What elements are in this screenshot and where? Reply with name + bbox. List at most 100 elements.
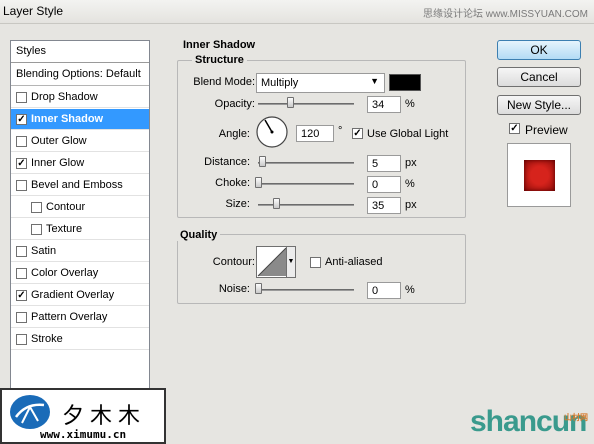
inner-shadow-title: Inner Shadow bbox=[183, 39, 256, 51]
angle-label: Angle: bbox=[218, 128, 250, 140]
style-item-label: Pattern Overlay bbox=[31, 311, 108, 323]
size-input[interactable]: 35 bbox=[367, 197, 401, 214]
preview-checkbox[interactable]: ✓ bbox=[509, 123, 520, 134]
styles-list: Styles Blending Options: Default Drop Sh… bbox=[10, 40, 150, 444]
title-bar: Layer Style 思缘设计论坛 www.MISSYUAN.COM bbox=[0, 0, 594, 24]
chevron-down-icon: ▼ bbox=[370, 76, 379, 86]
distance-label: Distance: bbox=[204, 156, 250, 168]
opacity-slider[interactable] bbox=[258, 103, 354, 105]
watermark-logo-text: 夕木木 bbox=[62, 404, 147, 429]
style-item-label: Bevel and Emboss bbox=[31, 179, 123, 191]
styles-header[interactable]: Styles bbox=[11, 41, 149, 63]
use-global-light-label: Use Global Light bbox=[367, 128, 449, 140]
style-item-label: Drop Shadow bbox=[31, 91, 98, 103]
blend-mode-select[interactable]: Multiply ▼ bbox=[256, 73, 385, 93]
style-checkbox[interactable] bbox=[16, 180, 27, 191]
angle-unit: ° bbox=[338, 125, 343, 137]
angle-input[interactable]: 120 bbox=[296, 125, 334, 142]
style-item-label: Satin bbox=[31, 245, 57, 257]
ok-button[interactable]: OK bbox=[497, 40, 581, 60]
noise-slider[interactable] bbox=[258, 289, 354, 291]
style-item-pattern-overlay[interactable]: Pattern Overlay bbox=[11, 307, 149, 328]
structure-title: Structure bbox=[192, 54, 247, 66]
watermark-top: 思缘设计论坛 www.MISSYUAN.COM bbox=[422, 9, 588, 20]
contour-preview-icon bbox=[257, 247, 287, 277]
style-item-label: Color Overlay bbox=[31, 267, 99, 279]
opacity-label: Opacity: bbox=[214, 98, 255, 110]
style-item-stroke[interactable]: Stroke bbox=[11, 329, 149, 350]
quality-title: Quality bbox=[177, 229, 221, 241]
choke-input[interactable]: 0 bbox=[367, 176, 401, 193]
watermark-logo-url: www.ximumu.cn bbox=[40, 428, 127, 441]
size-thumb[interactable] bbox=[273, 198, 280, 209]
style-checkbox[interactable] bbox=[16, 246, 27, 257]
size-unit: px bbox=[405, 199, 417, 211]
style-item-gradient-overlay[interactable]: ✓ Gradient Overlay bbox=[11, 285, 149, 306]
noise-label: Noise: bbox=[218, 283, 250, 295]
inner-shadow-panel: Inner Shadow Structure Blend Mode: Multi… bbox=[165, 39, 478, 444]
style-item-texture[interactable]: Texture bbox=[11, 219, 149, 240]
choke-unit: % bbox=[405, 178, 415, 190]
style-item-label: Stroke bbox=[31, 333, 63, 345]
watermark-logo-box: 夕木木 www.ximumu.cn bbox=[0, 388, 166, 444]
noise-unit: % bbox=[405, 284, 415, 296]
style-item-contour[interactable]: Contour bbox=[11, 197, 149, 218]
style-item-color-overlay[interactable]: Color Overlay bbox=[11, 263, 149, 284]
distance-thumb[interactable] bbox=[259, 156, 266, 167]
anti-aliased-label: Anti-aliased bbox=[325, 256, 383, 268]
opacity-thumb[interactable] bbox=[287, 97, 294, 108]
new-style-button[interactable]: New Style... bbox=[497, 95, 581, 115]
style-checkbox[interactable]: ✓ bbox=[16, 114, 27, 125]
style-checkbox[interactable]: ✓ bbox=[16, 158, 27, 169]
layer-style-dialog: Layer Style 思缘设计论坛 www.MISSYUAN.COM Styl… bbox=[0, 0, 594, 444]
style-checkbox[interactable] bbox=[16, 136, 27, 147]
blend-mode-value: Multiply bbox=[261, 77, 299, 89]
blend-mode-label: Blend Mode: bbox=[193, 76, 255, 88]
watermark-brand-sub: 山村网 bbox=[564, 413, 588, 422]
style-item-label: Contour bbox=[46, 201, 86, 213]
preview-label: Preview bbox=[525, 123, 568, 137]
style-item-drop-shadow[interactable]: Drop Shadow bbox=[11, 87, 149, 108]
style-checkbox[interactable] bbox=[31, 224, 42, 235]
style-item-outer-glow[interactable]: Outer Glow bbox=[11, 131, 149, 152]
choke-slider[interactable] bbox=[258, 183, 354, 185]
preview-swatch bbox=[524, 160, 555, 191]
watermark-globe-icon bbox=[10, 395, 50, 429]
distance-unit: px bbox=[405, 157, 417, 169]
noise-input[interactable]: 0 bbox=[367, 282, 401, 299]
style-checkbox[interactable] bbox=[16, 268, 27, 279]
style-item-label: Inner Shadow bbox=[31, 113, 104, 125]
style-item-label: Inner Glow bbox=[31, 157, 85, 169]
opacity-input[interactable]: 34 bbox=[367, 96, 401, 113]
opacity-unit: % bbox=[405, 98, 415, 110]
style-item-inner-shadow[interactable]: ✓ Inner Shadow bbox=[11, 109, 149, 130]
preview-box bbox=[507, 143, 571, 207]
style-checkbox[interactable] bbox=[16, 312, 27, 323]
anti-aliased-checkbox[interactable] bbox=[310, 257, 321, 268]
style-checkbox[interactable] bbox=[16, 334, 27, 345]
choke-label: Choke: bbox=[215, 177, 250, 189]
distance-slider[interactable] bbox=[258, 162, 354, 164]
style-item-label: Gradient Overlay bbox=[31, 289, 115, 301]
style-item-inner-glow[interactable]: ✓ Inner Glow bbox=[11, 153, 149, 174]
contour-chevron-down-icon[interactable]: ▼ bbox=[286, 247, 295, 277]
style-item-label: Outer Glow bbox=[31, 135, 87, 147]
style-item-bevel-and-emboss[interactable]: Bevel and Emboss bbox=[11, 175, 149, 196]
style-item-label: Texture bbox=[46, 223, 83, 235]
contour-label: Contour: bbox=[212, 256, 255, 268]
size-label: Size: bbox=[225, 198, 250, 210]
choke-thumb[interactable] bbox=[255, 177, 262, 188]
blending-options-item[interactable]: Blending Options: Default bbox=[11, 64, 149, 86]
window-title: Layer Style bbox=[3, 4, 64, 18]
style-checkbox[interactable] bbox=[31, 202, 42, 213]
cancel-button[interactable]: Cancel bbox=[497, 67, 581, 87]
use-global-light-checkbox[interactable]: ✓ bbox=[352, 128, 363, 139]
shadow-color-swatch[interactable] bbox=[389, 74, 421, 91]
contour-picker[interactable]: ▼ bbox=[256, 246, 296, 278]
style-checkbox[interactable]: ✓ bbox=[16, 290, 27, 301]
style-checkbox[interactable] bbox=[16, 92, 27, 103]
angle-dial[interactable] bbox=[255, 115, 289, 149]
distance-input[interactable]: 5 bbox=[367, 155, 401, 172]
style-item-satin[interactable]: Satin bbox=[11, 241, 149, 262]
noise-thumb[interactable] bbox=[255, 283, 262, 294]
